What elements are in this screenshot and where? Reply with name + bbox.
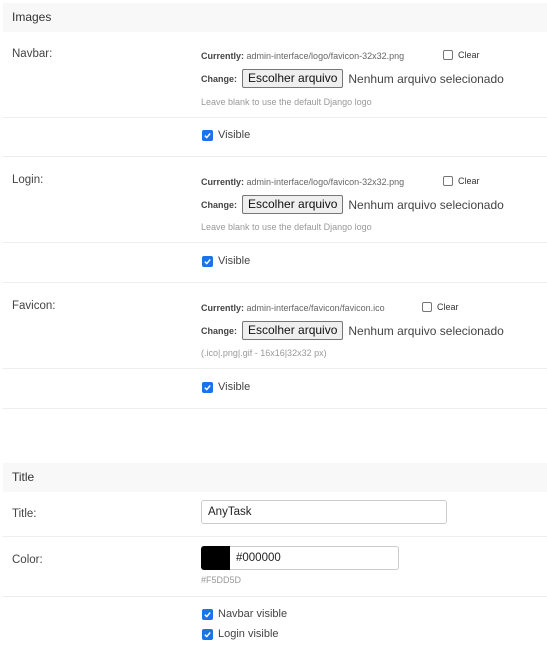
images-section-header: Images bbox=[3, 3, 547, 32]
checkbox-checked-icon[interactable] bbox=[202, 381, 213, 393]
favicon-visible-label: Visible bbox=[218, 381, 251, 393]
login-change-label: Change: bbox=[201, 199, 237, 210]
login-currently-link[interactable]: admin-interface/logo/favicon-32x32.png bbox=[247, 177, 405, 187]
color-field-label: Color: bbox=[12, 554, 43, 566]
checkbox-checked-icon[interactable] bbox=[202, 129, 213, 141]
navbar-file-status: Nenhum arquivo selecionado bbox=[348, 71, 504, 86]
title-navbar-visible-label: Navbar visible bbox=[218, 608, 288, 620]
color-input[interactable]: #000000 bbox=[230, 546, 399, 570]
favicon-file-status: Nenhum arquivo selecionado bbox=[348, 323, 504, 338]
divider bbox=[3, 368, 547, 369]
navbar-file-button[interactable]: Escolher arquivo bbox=[242, 69, 344, 88]
login-clear-box[interactable] bbox=[443, 176, 453, 186]
login-clear-checkbox[interactable]: Clear bbox=[443, 176, 480, 186]
login-visible-checkbox[interactable]: Visible bbox=[202, 255, 250, 267]
favicon-clear-checkbox[interactable]: Clear bbox=[422, 302, 459, 312]
divider bbox=[3, 408, 547, 409]
login-currently: Currently: admin-interface/logo/favicon-… bbox=[201, 177, 404, 187]
divider bbox=[3, 282, 547, 283]
login-file-button[interactable]: Escolher arquivo bbox=[242, 195, 344, 214]
navbar-change-row: Change: Escolher arquivo Nenhum arquivo … bbox=[201, 69, 504, 88]
favicon-clear-label: Clear bbox=[437, 302, 459, 312]
divider bbox=[3, 242, 547, 243]
navbar-help-text: Leave blank to use the default Django lo… bbox=[201, 97, 372, 107]
favicon-file-button[interactable]: Escolher arquivo bbox=[242, 321, 344, 340]
divider bbox=[3, 117, 547, 118]
login-help-text: Leave blank to use the default Django lo… bbox=[201, 222, 372, 232]
favicon-currently-label: Currently: bbox=[201, 303, 245, 313]
favicon-help-text: (.ico|.png|.gif - 16x16|32x32 px) bbox=[201, 348, 327, 358]
title-field-label: Title: bbox=[12, 508, 37, 520]
color-picker: #000000 bbox=[201, 546, 399, 570]
favicon-change-label: Change: bbox=[201, 325, 237, 336]
title-section-header: Title bbox=[3, 463, 547, 492]
navbar-currently-link[interactable]: admin-interface/logo/favicon-32x32.png bbox=[247, 51, 405, 61]
navbar-visible-checkbox[interactable]: Visible bbox=[202, 129, 250, 141]
divider bbox=[3, 156, 547, 157]
login-logo-label: Login: bbox=[12, 174, 44, 186]
checkbox-checked-icon[interactable] bbox=[202, 608, 213, 620]
color-help-text: #F5DD5D bbox=[201, 575, 242, 585]
login-file-status: Nenhum arquivo selecionado bbox=[348, 197, 504, 212]
navbar-visible-label: Visible bbox=[218, 129, 251, 141]
favicon-clear-box[interactable] bbox=[422, 302, 432, 312]
favicon-currently-link[interactable]: admin-interface/favicon/favicon.ico bbox=[247, 303, 385, 313]
navbar-currently: Currently: admin-interface/logo/favicon-… bbox=[201, 51, 404, 61]
title-section-title: Title bbox=[12, 470, 35, 484]
navbar-currently-label: Currently: bbox=[201, 51, 245, 61]
navbar-change-label: Change: bbox=[201, 73, 237, 84]
images-section-title: Images bbox=[12, 10, 52, 24]
checkbox-checked-icon[interactable] bbox=[202, 255, 213, 267]
favicon-change-row: Change: Escolher arquivo Nenhum arquivo … bbox=[201, 321, 504, 340]
navbar-clear-box[interactable] bbox=[443, 50, 453, 60]
navbar-clear-label: Clear bbox=[458, 50, 480, 60]
color-swatch[interactable] bbox=[201, 546, 230, 570]
title-navbar-visible-checkbox[interactable]: Navbar visible bbox=[202, 608, 287, 620]
login-clear-label: Clear bbox=[458, 176, 480, 186]
favicon-visible-checkbox[interactable]: Visible bbox=[202, 381, 250, 393]
divider bbox=[3, 596, 547, 597]
navbar-logo-label: Navbar: bbox=[12, 48, 53, 60]
checkbox-checked-icon[interactable] bbox=[202, 628, 213, 640]
navbar-clear-checkbox[interactable]: Clear bbox=[443, 50, 480, 60]
login-change-row: Change: Escolher arquivo Nenhum arquivo … bbox=[201, 195, 504, 214]
login-visible-label: Visible bbox=[218, 255, 251, 267]
title-login-visible-label: Login visible bbox=[218, 628, 279, 640]
login-currently-label: Currently: bbox=[201, 177, 245, 187]
title-input[interactable]: AnyTask bbox=[201, 500, 447, 524]
divider bbox=[3, 536, 547, 537]
title-login-visible-checkbox[interactable]: Login visible bbox=[202, 628, 279, 640]
favicon-label: Favicon: bbox=[12, 300, 56, 312]
favicon-currently: Currently: admin-interface/favicon/favic… bbox=[201, 303, 385, 313]
